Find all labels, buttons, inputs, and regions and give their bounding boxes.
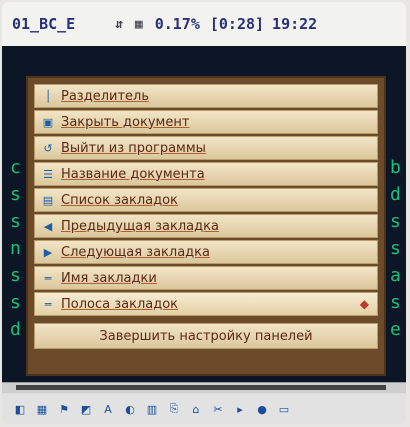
- toolbar-icon-8[interactable]: ⎘: [166, 401, 182, 417]
- toolbar-icon-9[interactable]: ⌂: [188, 401, 204, 417]
- menu-item-close-document[interactable]: ▣ Закрыть документ: [34, 110, 378, 134]
- menu-item-document-title[interactable]: ☰ Название документа: [34, 162, 378, 186]
- horizontal-scrollbar[interactable]: [2, 382, 406, 393]
- menu-item-bookmark-bar[interactable]: ═ Полоса закладок ◆: [34, 292, 378, 316]
- status-icons: ⇵ ▦: [115, 16, 145, 32]
- menu-item-label: Следующая закладка: [61, 244, 210, 260]
- light-icon[interactable]: ●: [254, 401, 270, 417]
- bottom-toolbar: ◧ ▦ ⚑ ◩ A ◐ ▥ ⎘ ⌂ ✂ ▸ ● ▭: [2, 394, 406, 424]
- menu-item-label: Имя закладки: [61, 270, 157, 286]
- gutter-char: c: [10, 157, 21, 178]
- gutter-char: n: [10, 238, 21, 259]
- menu-item-bookmark-name[interactable]: ═ Имя закладки: [34, 266, 378, 290]
- close-document-icon: ▣: [42, 115, 54, 129]
- toolbar-icon-2[interactable]: ▦: [34, 401, 50, 417]
- separator-icon: │: [44, 89, 52, 103]
- menu-item-label: Разделитель: [61, 88, 150, 104]
- toolbar-icon-4[interactable]: ◩: [78, 401, 94, 417]
- progress-percent: 0.17%: [154, 15, 200, 33]
- menu-item-exit[interactable]: ↺ Выйти из программы: [34, 136, 378, 160]
- battery-icon: ▭: [278, 402, 290, 416]
- scrollbar-thumb[interactable]: [16, 385, 386, 390]
- scissors-icon[interactable]: ✂: [210, 401, 226, 417]
- menu-item-previous-bookmark[interactable]: ◀ Предыдущая закладка: [34, 214, 378, 238]
- finish-panel-setup-button[interactable]: Завершить настройку панелей: [34, 323, 378, 349]
- menu-item-label: Список закладок: [61, 192, 178, 208]
- move-down-arrow-icon[interactable]: ◆: [360, 297, 369, 311]
- gutter-char: d: [10, 319, 21, 340]
- play-icon[interactable]: ▸: [232, 401, 248, 417]
- clock: 19:22: [272, 15, 318, 33]
- bookmarks-list-icon: ▤: [42, 193, 54, 207]
- gutter-char: b: [390, 157, 401, 178]
- gutter-char: s: [10, 292, 21, 313]
- status-bar: 01_BC_E ⇵ ▦ 0.17% [0:28] 19:22: [2, 2, 406, 46]
- toolbar-icon-6[interactable]: ◐: [122, 401, 138, 417]
- menu-item-label: Закрыть документ: [61, 114, 190, 130]
- document-title-icon: ☰: [43, 167, 53, 181]
- bookmark-name-icon: ═: [44, 271, 52, 285]
- menu-item-separator[interactable]: │ Разделитель: [34, 84, 378, 108]
- reader-screen: c s s n s s d b d s s a s e │ Разделител…: [2, 46, 406, 382]
- page-indicator: [0:28]: [209, 15, 265, 33]
- menu-item-label: Предыдущая закладка: [61, 218, 219, 234]
- bookmark-bar-icon: ═: [44, 297, 52, 311]
- gutter-char: e: [390, 319, 401, 340]
- menu-item-bookmarks-list[interactable]: ▤ Список закладок: [34, 188, 378, 212]
- gutter-char: s: [390, 292, 401, 313]
- left-text-gutter: c s s n s s d: [10, 154, 26, 343]
- next-bookmark-icon: ▶: [43, 245, 53, 259]
- toolbar-icon-7[interactable]: ▥: [144, 401, 160, 417]
- menu-item-label: Выйти из программы: [61, 140, 206, 156]
- previous-bookmark-icon: ◀: [43, 219, 53, 233]
- menu-separator: [34, 318, 378, 321]
- context-menu: │ Разделитель ▣ Закрыть документ ↺ Выйти…: [26, 76, 386, 376]
- gutter-char: s: [390, 238, 401, 259]
- menu-item-label: Название документа: [61, 166, 205, 182]
- toolbar-icon-1[interactable]: ◧: [12, 401, 28, 417]
- gutter-char: s: [10, 211, 21, 232]
- menu-item-label: Полоса закладок: [61, 296, 179, 312]
- menu-item-next-bookmark[interactable]: ▶ Следующая закладка: [34, 240, 378, 264]
- gutter-char: d: [390, 184, 401, 205]
- gutter-char: a: [390, 265, 401, 286]
- app-window: 01_BC_E ⇵ ▦ 0.17% [0:28] 19:22 c s s n s…: [2, 2, 406, 424]
- font-icon[interactable]: A: [100, 401, 116, 417]
- gutter-char: s: [10, 184, 21, 205]
- gutter-char: s: [390, 211, 401, 232]
- gutter-char: s: [10, 265, 21, 286]
- exit-icon: ↺: [43, 141, 53, 155]
- document-name: 01_BC_E: [12, 15, 76, 33]
- right-text-gutter: b d s s a s e: [390, 154, 406, 343]
- toolbar-icon-3[interactable]: ⚑: [56, 401, 72, 417]
